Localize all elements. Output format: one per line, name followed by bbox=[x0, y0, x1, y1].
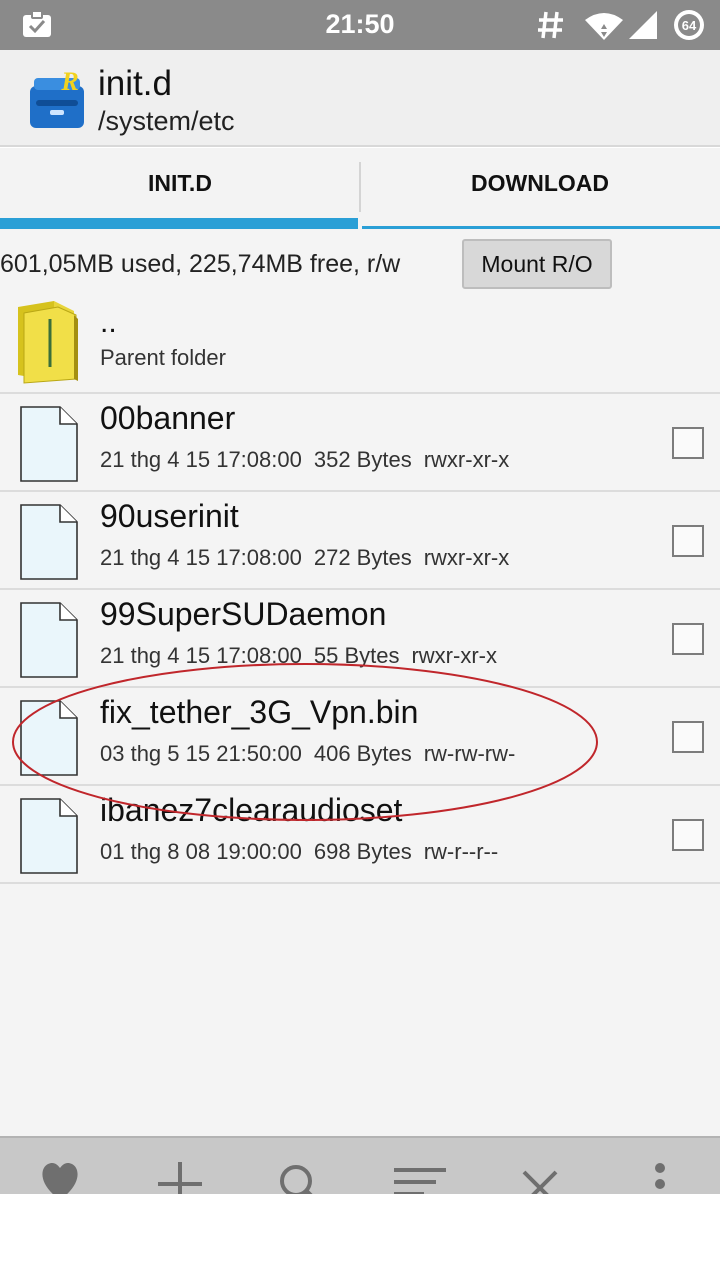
parent-folder-name: .. bbox=[100, 306, 117, 339]
favorite-heart-icon[interactable] bbox=[30, 1154, 90, 1194]
file-icon bbox=[20, 700, 78, 776]
file-size: 698 Bytes bbox=[313, 839, 412, 864]
hash-icon bbox=[538, 11, 563, 39]
page-title: init.d bbox=[98, 64, 172, 103]
file-date: 21 thg 4 15 17:08:00 bbox=[100, 447, 302, 472]
file-select-checkbox[interactable] bbox=[672, 819, 704, 851]
storage-info: 601,05MB used, 225,74MB free, r/w bbox=[0, 250, 401, 278]
file-icon bbox=[20, 406, 78, 482]
file-size: 272 Bytes bbox=[313, 545, 412, 570]
file-permissions: rwxr-xr-x bbox=[423, 447, 510, 472]
tab-selected-indicator bbox=[0, 218, 358, 229]
file-date: 21 thg 4 15 17:08:00 bbox=[100, 545, 302, 570]
file-meta: 21 thg 4 15 17:08:00 352 Bytes rwxr-xr-x bbox=[100, 447, 521, 473]
file-meta: 21 thg 4 15 17:08:00 272 Bytes rwxr-xr-x bbox=[100, 545, 521, 571]
file-select-checkbox[interactable] bbox=[672, 721, 704, 753]
file-date: 03 thg 5 15 21:50:00 bbox=[100, 741, 302, 766]
file-size: 55 Bytes bbox=[313, 643, 400, 668]
file-row[interactable]: 00banner 21 thg 4 15 17:08:00 352 Bytes rw… bbox=[0, 394, 720, 492]
parent-folder-label: Parent folder bbox=[100, 345, 226, 370]
file-icon bbox=[20, 504, 78, 580]
file-row[interactable]: fix_tether_3G_Vpn.bin 03 thg 5 15 21:50:… bbox=[0, 688, 720, 786]
file-name: 00banner bbox=[100, 400, 236, 436]
tab-download[interactable]: DOWNLOAD bbox=[360, 148, 720, 230]
file-row[interactable]: ibanez7clearaudioset 01 thg 8 08 19:00:0… bbox=[0, 786, 720, 884]
file-list[interactable]: 601,05MB used, 225,74MB free, r/w Mount … bbox=[0, 230, 720, 1138]
file-row[interactable]: 99SuperSUDaemon 21 thg 4 15 17:08:00 55 B… bbox=[0, 590, 720, 688]
wifi-icon bbox=[585, 13, 623, 40]
close-icon[interactable] bbox=[510, 1154, 570, 1194]
bottom-toolbar bbox=[0, 1136, 720, 1194]
file-name: fix_tether_3G_Vpn.bin bbox=[100, 694, 419, 730]
overflow-menu-icon[interactable] bbox=[630, 1154, 690, 1194]
file-date: 21 thg 4 15 17:08:00 bbox=[100, 643, 302, 668]
status-bar: 21:50 64 bbox=[0, 0, 720, 50]
file-date: 01 thg 8 08 19:00:00 bbox=[100, 839, 302, 864]
blank-area bbox=[0, 1194, 720, 1280]
file-permissions: rwxr-xr-x bbox=[423, 545, 510, 570]
file-permissions: rw-rw-rw- bbox=[423, 741, 516, 766]
badge-text: 64 bbox=[682, 18, 697, 33]
sort-icon[interactable] bbox=[390, 1154, 450, 1194]
file-meta: 03 thg 5 15 21:50:00 406 Bytes rw-rw-rw- bbox=[100, 741, 527, 767]
file-select-checkbox[interactable] bbox=[672, 623, 704, 655]
search-icon[interactable] bbox=[268, 1154, 328, 1194]
parent-folder-row[interactable]: .. Parent folder bbox=[0, 292, 720, 394]
current-path: /system/etc bbox=[98, 106, 235, 136]
file-meta: 01 thg 8 08 19:00:00 698 Bytes rw-r--r-- bbox=[100, 839, 510, 865]
signal-icon bbox=[629, 11, 657, 39]
file-name: 90userinit bbox=[100, 498, 239, 534]
file-size: 406 Bytes bbox=[313, 741, 412, 766]
file-icon bbox=[20, 602, 78, 678]
tab-underline bbox=[362, 226, 720, 229]
file-select-checkbox[interactable] bbox=[672, 427, 704, 459]
mount-ro-button[interactable]: Mount R/O bbox=[462, 239, 612, 289]
add-icon[interactable] bbox=[150, 1154, 210, 1194]
svg-text:R: R bbox=[60, 68, 78, 96]
file-row[interactable]: 90userinit 21 thg 4 15 17:08:00 272 Bytes… bbox=[0, 492, 720, 590]
file-size: 352 Bytes bbox=[313, 447, 412, 472]
folder-icon bbox=[18, 301, 78, 384]
file-icon bbox=[20, 798, 78, 874]
action-bar: R init.d /system/etc bbox=[0, 50, 720, 147]
root-explorer-logo-icon[interactable]: R bbox=[26, 68, 88, 130]
file-permissions: rw-r--r-- bbox=[423, 839, 499, 864]
file-name: 99SuperSUDaemon bbox=[100, 596, 387, 632]
file-name: ibanez7clearaudioset bbox=[100, 792, 403, 828]
file-permissions: rwxr-xr-x bbox=[411, 643, 497, 668]
file-meta: 21 thg 4 15 17:08:00 55 Bytes rwxr-xr-x bbox=[100, 643, 509, 669]
file-select-checkbox[interactable] bbox=[672, 525, 704, 557]
badge-icon: 64 bbox=[674, 10, 704, 40]
